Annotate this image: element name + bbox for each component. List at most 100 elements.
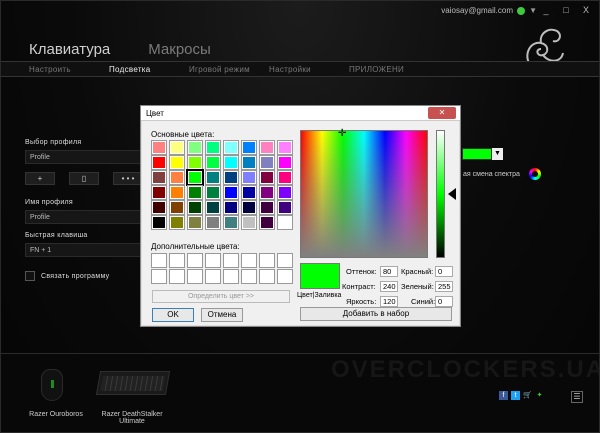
facebook-icon[interactable]: f (499, 391, 508, 400)
profile-name-input[interactable]: Profile (25, 210, 145, 224)
basic-color-swatch[interactable] (277, 215, 293, 230)
basic-color-swatch[interactable] (223, 155, 239, 170)
luminance-slider[interactable] (436, 130, 445, 258)
chevron-down-icon[interactable]: ▼ (529, 6, 537, 15)
basic-color-swatch[interactable] (223, 215, 239, 230)
green-input[interactable]: 255 (435, 281, 453, 292)
profile-select[interactable]: Profile (25, 150, 145, 164)
basic-color-swatch[interactable] (187, 200, 203, 215)
basic-color-swatch[interactable] (169, 170, 185, 185)
custom-color-swatch[interactable] (187, 253, 203, 268)
custom-color-swatch[interactable] (205, 253, 221, 268)
blue-input[interactable]: 0 (435, 296, 453, 307)
basic-color-swatch[interactable] (223, 170, 239, 185)
basic-color-swatch[interactable] (205, 215, 221, 230)
tab-lighting[interactable]: Подсветка (109, 65, 189, 74)
basic-color-swatch[interactable] (259, 185, 275, 200)
close-button[interactable]: X (581, 5, 591, 15)
add-profile-button[interactable]: + (25, 172, 55, 185)
basic-color-swatch[interactable] (205, 200, 221, 215)
basic-color-swatch[interactable] (205, 185, 221, 200)
cancel-button[interactable]: Отмена (201, 308, 243, 322)
basic-color-swatch[interactable] (151, 170, 167, 185)
basic-color-swatch[interactable] (151, 140, 167, 155)
razer-icon[interactable]: ✦ (535, 391, 544, 400)
maximize-button[interactable]: □ (561, 5, 571, 15)
nav-macros[interactable]: Макросы (148, 41, 211, 58)
device-deathstalker[interactable]: Razer DeathStalker Ultimate (97, 411, 167, 425)
basic-color-swatch[interactable] (241, 200, 257, 215)
link-program-checkbox[interactable] (25, 271, 35, 281)
basic-color-swatch[interactable] (151, 200, 167, 215)
basic-color-swatch[interactable] (241, 185, 257, 200)
custom-color-swatch[interactable] (169, 269, 185, 284)
basic-color-swatch[interactable] (241, 215, 257, 230)
user-email[interactable]: vaiosay@gmail.com (441, 6, 513, 15)
red-input[interactable]: 0 (435, 266, 453, 277)
delete-profile-button[interactable]: ▯ (69, 172, 99, 185)
custom-color-swatch[interactable] (151, 253, 167, 268)
basic-color-swatch[interactable] (169, 140, 185, 155)
mouse-device-image[interactable] (41, 369, 63, 401)
basic-color-swatch[interactable] (187, 140, 203, 155)
custom-color-swatch[interactable] (259, 269, 275, 284)
basic-color-swatch[interactable] (205, 155, 221, 170)
basic-color-swatch[interactable] (277, 185, 293, 200)
nav-keyboard[interactable]: Клавиатура (29, 41, 110, 58)
dialog-close-button[interactable]: ✕ (428, 107, 456, 119)
basic-color-swatch[interactable] (277, 170, 293, 185)
lighting-color-swatch[interactable] (462, 148, 492, 160)
minimize-button[interactable]: _ (541, 5, 551, 15)
spectrum-icon[interactable] (529, 168, 541, 180)
basic-color-swatch[interactable] (151, 185, 167, 200)
basic-color-swatch[interactable] (259, 140, 275, 155)
basic-color-swatch[interactable] (151, 215, 167, 230)
basic-color-swatch[interactable] (169, 185, 185, 200)
cart-icon[interactable]: 🛒 (523, 391, 532, 400)
basic-color-swatch[interactable] (205, 140, 221, 155)
custom-color-swatch[interactable] (241, 269, 257, 284)
basic-color-swatch[interactable] (205, 170, 221, 185)
custom-color-swatch[interactable] (187, 269, 203, 284)
more-options-button[interactable]: • • • (113, 172, 143, 185)
menu-icon[interactable]: ☰ (571, 391, 583, 403)
keyboard-device-image[interactable] (95, 371, 171, 395)
custom-color-swatch[interactable] (277, 269, 293, 284)
basic-color-swatch[interactable] (259, 215, 275, 230)
basic-color-swatch[interactable] (186, 169, 204, 186)
custom-color-swatch[interactable] (259, 253, 275, 268)
basic-color-swatch[interactable] (151, 155, 167, 170)
color-spectrum-picker[interactable] (300, 130, 428, 258)
custom-color-swatch[interactable] (205, 269, 221, 284)
luminance-arrow-icon[interactable] (448, 188, 456, 200)
custom-color-swatch[interactable] (241, 253, 257, 268)
device-ouroboros[interactable]: Razer Ouroboros (21, 411, 91, 418)
basic-color-swatch[interactable] (169, 200, 185, 215)
basic-color-swatch[interactable] (259, 200, 275, 215)
define-color-button[interactable]: Определить цвет >> (152, 290, 290, 303)
basic-color-swatch[interactable] (169, 155, 185, 170)
hotkey-select[interactable]: FN + 1 (25, 243, 145, 257)
chevron-down-icon[interactable]: ▼ (492, 148, 503, 160)
basic-color-swatch[interactable] (169, 215, 185, 230)
basic-color-swatch[interactable] (259, 170, 275, 185)
basic-color-swatch[interactable] (223, 200, 239, 215)
basic-color-swatch[interactable] (277, 200, 293, 215)
custom-color-swatch[interactable] (223, 269, 239, 284)
tab-customize[interactable]: Настроить (29, 65, 109, 74)
basic-color-swatch[interactable] (259, 155, 275, 170)
tab-settings[interactable]: Настройки (269, 65, 349, 74)
basic-color-swatch[interactable] (241, 140, 257, 155)
tab-gaming-mode[interactable]: Игровой режим (189, 65, 269, 74)
custom-color-swatch[interactable] (277, 253, 293, 268)
ok-button[interactable]: OK (152, 308, 194, 322)
custom-color-swatch[interactable] (169, 253, 185, 268)
crosshair-icon[interactable]: ✛ (338, 128, 346, 139)
basic-color-swatch[interactable] (277, 155, 293, 170)
sat-input[interactable]: 240 (380, 281, 398, 292)
basic-color-swatch[interactable] (187, 155, 203, 170)
custom-color-swatch[interactable] (223, 253, 239, 268)
twitter-icon[interactable]: t (511, 391, 520, 400)
add-to-custom-button[interactable]: Добавить в набор (300, 307, 452, 321)
basic-color-swatch[interactable] (187, 185, 203, 200)
